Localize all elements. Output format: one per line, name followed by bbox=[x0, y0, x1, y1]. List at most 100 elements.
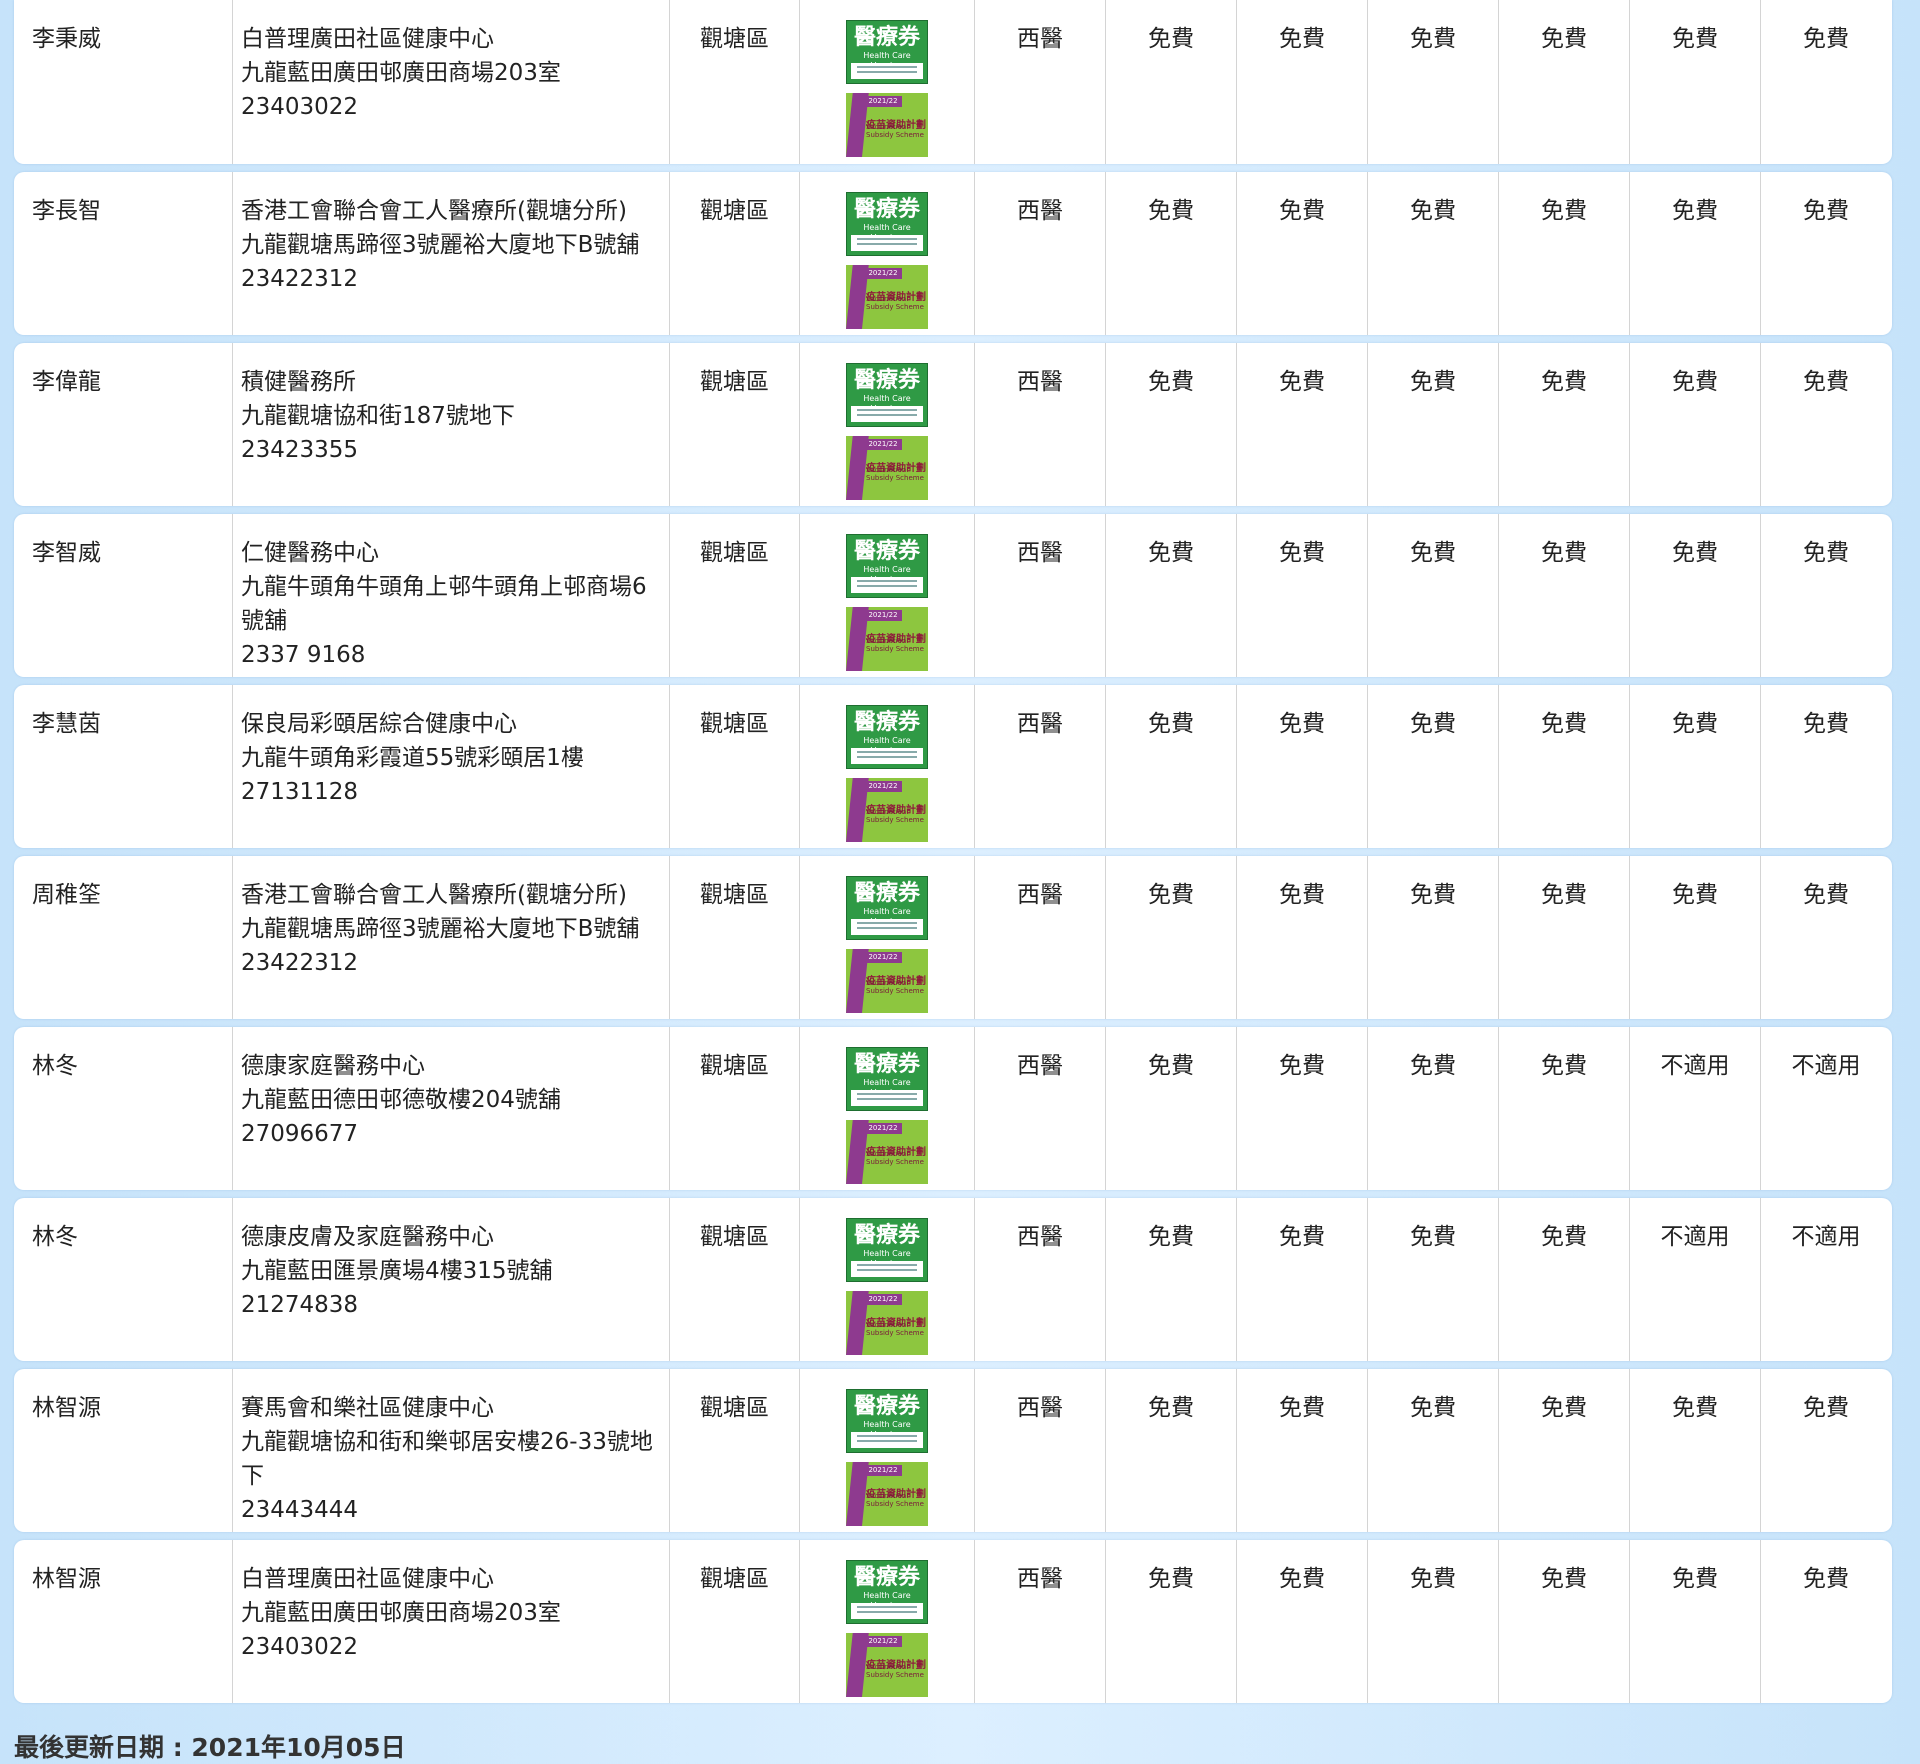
vss-year: 2021/22 bbox=[864, 439, 902, 450]
health-care-voucher-logo: 醫療券Health Care Voucher bbox=[846, 876, 928, 940]
district: 觀塘區 bbox=[669, 685, 799, 848]
hcv-title: 醫療券 bbox=[853, 24, 920, 50]
fee-value: 免費 bbox=[1760, 1369, 1891, 1532]
fee-value: 免費 bbox=[1760, 343, 1891, 506]
table-row: 林智源 白普理廣田社區健康中心 九龍藍田廣田邨廣田商場203室 23403022 觀塘區… bbox=[14, 1540, 1892, 1703]
fee-value: 免費 bbox=[1498, 1540, 1629, 1703]
doctor-name: 李偉龍 bbox=[14, 343, 232, 506]
clinic-phone: 2337 9168 bbox=[241, 642, 366, 668]
district: 觀塘區 bbox=[669, 1027, 799, 1190]
fee-value: 免費 bbox=[1760, 172, 1891, 335]
doctor-name-text: 李偉龍 bbox=[32, 369, 101, 395]
table-row: 李慧茵 保良局彩頤居綜合健康中心 九龍牛頭角彩霞道55號彩頤居1樓 27131128 觀… bbox=[14, 685, 1892, 848]
scheme-logos: 醫療券Health Care Voucher 2021/22疫苗資助計劃Vacci… bbox=[799, 343, 974, 506]
doctor-name-text: 林智源 bbox=[32, 1395, 101, 1421]
table-row: 李長智 香港工會聯合會工人醫療所(觀塘分所) 九龍觀塘馬蹄徑3號麗裕大廈地下B號舖 2… bbox=[14, 172, 1892, 335]
clinic-phone: 27096677 bbox=[241, 1121, 359, 1147]
fee-value: 免費 bbox=[1105, 1198, 1236, 1361]
vss-subtitle-2: Subsidy Scheme bbox=[866, 1158, 924, 1166]
fee-value: 不適用 bbox=[1629, 1027, 1760, 1190]
clinic-name: 賽馬會和樂社區健康中心 bbox=[241, 1395, 494, 1421]
health-care-voucher-logo: 醫療券Health Care Voucher bbox=[846, 534, 928, 598]
medicine-type: 西醫 bbox=[974, 1198, 1105, 1361]
clinic-phone: 27131128 bbox=[241, 779, 359, 805]
vss-subtitle-1: Vaccination bbox=[866, 1321, 907, 1329]
clinic-info: 白普理廣田社區健康中心 九龍藍田廣田邨廣田商場203室 23403022 bbox=[232, 1540, 669, 1703]
fee-value: 免費 bbox=[1498, 514, 1629, 677]
table-row: 林冬 德康家庭醫務中心 九龍藍田德田邨德敬樓204號舖 27096677 觀塘區 醫療券 H… bbox=[14, 1027, 1892, 1190]
clinic-name: 白普理廣田社區健康中心 bbox=[241, 1566, 494, 1592]
district: 觀塘區 bbox=[669, 856, 799, 1019]
fee-value: 免費 bbox=[1236, 1540, 1367, 1703]
hcv-title: 醫療券 bbox=[853, 1051, 920, 1077]
vss-subtitle-2: Subsidy Scheme bbox=[866, 131, 924, 139]
health-care-voucher-logo: 醫療券Health Care Voucher bbox=[846, 1560, 928, 1624]
clinic-phone: 23403022 bbox=[241, 94, 359, 120]
clinic-info: 白普理廣田社區健康中心 九龍藍田廣田邨廣田商場203室 23403022 bbox=[232, 0, 669, 164]
vaccination-subsidy-scheme-logo: 2021/22 疫苗資助計劃 Vaccination Subsidy Scheme bbox=[846, 265, 928, 329]
scheme-logos: 醫療券Health Care Voucher 2021/22疫苗資助計劃Vacci… bbox=[799, 685, 974, 848]
district: 觀塘區 bbox=[669, 1369, 799, 1532]
vaccination-subsidy-scheme-logo: 2021/22 疫苗資助計劃 Vaccination Subsidy Scheme bbox=[846, 778, 928, 842]
fee-value: 免費 bbox=[1498, 685, 1629, 848]
fee-value: 不適用 bbox=[1760, 1198, 1891, 1361]
vss-subtitle-2: Subsidy Scheme bbox=[866, 1500, 924, 1508]
doctor-name: 周稚筌 bbox=[14, 856, 232, 1019]
health-care-voucher-logo: 醫療券Health Care Voucher bbox=[846, 705, 928, 769]
fee-value: 免費 bbox=[1105, 514, 1236, 677]
hcv-title: 醫療券 bbox=[853, 367, 920, 393]
health-care-voucher-logo: 醫療券Health Care Voucher bbox=[846, 363, 928, 427]
medicine-type: 西醫 bbox=[974, 1369, 1105, 1532]
clinic-phone: 21274838 bbox=[241, 1292, 359, 1318]
vss-subtitle-1: Vaccination bbox=[866, 1150, 907, 1158]
medicine-type: 西醫 bbox=[974, 685, 1105, 848]
fee-value: 免費 bbox=[1105, 0, 1236, 164]
vss-year: 2021/22 bbox=[864, 1465, 902, 1476]
doctor-name-text: 李長智 bbox=[32, 198, 101, 224]
clinic-address: 九龍觀塘馬蹄徑3號麗裕大廈地下B號舖 bbox=[241, 916, 640, 942]
fee-value: 免費 bbox=[1498, 343, 1629, 506]
fee-value: 免費 bbox=[1498, 1027, 1629, 1190]
fee-value: 免費 bbox=[1367, 1198, 1498, 1361]
clinic-info: 香港工會聯合會工人醫療所(觀塘分所) 九龍觀塘馬蹄徑3號麗裕大廈地下B號舖 2342… bbox=[232, 856, 669, 1019]
clinic-name: 仁健醫務中心 bbox=[241, 540, 379, 566]
vss-year: 2021/22 bbox=[864, 952, 902, 963]
scheme-logos: 醫療券Health Care Voucher 2021/22疫苗資助計劃Vacci… bbox=[799, 1540, 974, 1703]
fee-value: 免費 bbox=[1629, 172, 1760, 335]
fee-value: 免費 bbox=[1498, 1198, 1629, 1361]
vss-year: 2021/22 bbox=[864, 1294, 902, 1305]
health-care-voucher-logo: 醫療券Health Care Voucher bbox=[846, 1047, 928, 1111]
last-updated: 最後更新日期 : 2021年10月05日 bbox=[14, 1733, 406, 1762]
fee-value: 免費 bbox=[1105, 856, 1236, 1019]
health-care-voucher-logo: 醫療券Health Care Voucher bbox=[846, 1389, 928, 1453]
fee-value: 免費 bbox=[1105, 172, 1236, 335]
vss-subtitle-2: Subsidy Scheme bbox=[866, 645, 924, 653]
fee-value: 免費 bbox=[1367, 1369, 1498, 1532]
scheme-logos: 醫療券Health Care Voucher 2021/22疫苗資助計劃Vacci… bbox=[799, 172, 974, 335]
vss-year: 2021/22 bbox=[864, 268, 902, 279]
fee-value: 免費 bbox=[1367, 343, 1498, 506]
clinic-phone: 23403022 bbox=[241, 1634, 359, 1660]
fee-value: 免費 bbox=[1629, 0, 1760, 164]
vaccination-subsidy-scheme-logo: 2021/22 疫苗資助計劃 Vaccination Subsidy Scheme bbox=[846, 1120, 928, 1184]
medicine-type: 西醫 bbox=[974, 1540, 1105, 1703]
clinic-address: 九龍牛頭角彩霞道55號彩頤居1樓 bbox=[241, 745, 584, 771]
fee-value: 免費 bbox=[1236, 172, 1367, 335]
fee-value: 免費 bbox=[1629, 1540, 1760, 1703]
medicine-type: 西醫 bbox=[974, 343, 1105, 506]
vss-subtitle-2: Subsidy Scheme bbox=[866, 474, 924, 482]
doctor-name: 李秉威 bbox=[14, 0, 232, 164]
fee-value: 免費 bbox=[1236, 1369, 1367, 1532]
clinic-address: 九龍藍田匯景廣場4樓315號舖 bbox=[241, 1258, 553, 1284]
fee-value: 免費 bbox=[1367, 172, 1498, 335]
fee-value: 免費 bbox=[1629, 514, 1760, 677]
vss-subtitle-1: Vaccination bbox=[866, 1663, 907, 1671]
doctor-name-text: 李智威 bbox=[32, 540, 101, 566]
scheme-logos: 醫療券Health Care Voucher 2021/22疫苗資助計劃Vacci… bbox=[799, 0, 974, 164]
clinic-address: 九龍觀塘馬蹄徑3號麗裕大廈地下B號舖 bbox=[241, 232, 640, 258]
hcv-title: 醫療券 bbox=[853, 1222, 920, 1248]
clinic-phone: 23443444 bbox=[241, 1497, 359, 1523]
vaccination-subsidy-scheme-logo: 2021/22 疫苗資助計劃 Vaccination Subsidy Scheme bbox=[846, 607, 928, 671]
vss-subtitle-1: Vaccination bbox=[866, 466, 907, 474]
fee-value: 免費 bbox=[1236, 514, 1367, 677]
